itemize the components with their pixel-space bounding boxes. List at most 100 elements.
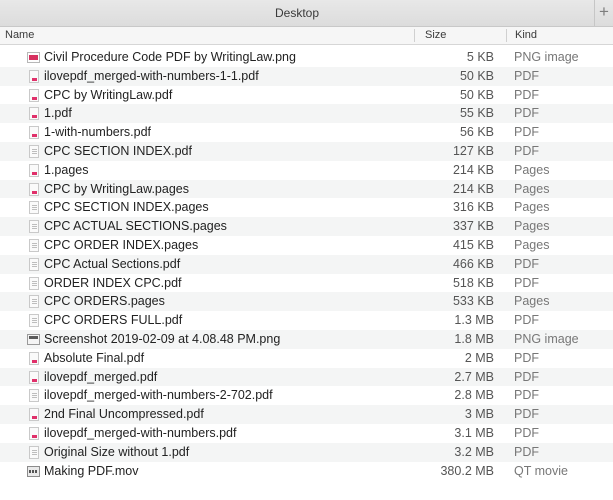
file-kind: PDF	[514, 350, 539, 365]
file-size: 466 KB	[452, 256, 494, 271]
file-row[interactable]: 2nd Final Uncompressed.pdf 3 MB PDF	[0, 405, 613, 424]
file-kind: Pages	[514, 237, 550, 252]
file-kind: PDF	[514, 425, 539, 440]
file-row[interactable]: CPC SECTION INDEX.pdf 127 KB PDF	[0, 141, 613, 161]
file-row[interactable]: CPC ORDERS FULL.pdf 1.3 MB PDF	[0, 311, 613, 330]
document-file-icon	[29, 238, 39, 252]
document-file-icon	[29, 182, 39, 196]
file-row[interactable]: 1.pdf 55 KB PDF	[0, 104, 613, 124]
file-list: Civil Procedure Code PDF by WritingLaw.p…	[0, 48, 613, 480]
document-file-icon	[29, 351, 39, 365]
file-name: Absolute Final.pdf	[44, 350, 145, 365]
file-row[interactable]: Making PDF.mov 380.2 MB QT movie	[0, 462, 613, 481]
file-row[interactable]: Civil Procedure Code PDF by WritingLaw.p…	[0, 48, 613, 67]
file-row[interactable]: Absolute Final.pdf 2 MB PDF	[0, 349, 613, 368]
file-kind: PDF	[514, 106, 539, 121]
file-row[interactable]: Screenshot 2019-02-09 at 4.08.48 PM.png 1…	[0, 329, 613, 349]
file-name: ilovepdf_merged-with-numbers.pdf	[44, 425, 237, 440]
column-header-name[interactable]: Name	[5, 27, 34, 44]
file-kind: PDF	[514, 68, 539, 83]
file-name: CPC by WritingLaw.pdf	[44, 87, 173, 102]
file-row[interactable]: 1.pages 214 KB Pages	[0, 161, 613, 180]
file-row[interactable]: ORDER INDEX CPC.pdf 518 KB PDF	[0, 274, 613, 293]
document-file-icon	[29, 88, 39, 102]
file-size: 380.2 MB	[440, 463, 494, 478]
file-kind: Pages	[514, 200, 550, 215]
file-row[interactable]: ilovepdf_merged-with-numbers-1-1.pdf 50 K…	[0, 66, 613, 86]
window-title[interactable]: Desktop	[0, 0, 594, 26]
file-name: ilovepdf_merged-with-numbers-2-702.pdf	[44, 388, 273, 403]
file-kind: PDF	[514, 87, 539, 102]
document-file-icon	[29, 314, 39, 328]
file-size: 214 KB	[452, 162, 494, 177]
column-divider[interactable]	[506, 29, 507, 42]
window-titlebar: Desktop +	[0, 0, 613, 27]
file-name: CPC by WritingLaw.pages	[44, 181, 189, 196]
file-name: Original Size without 1.pdf	[44, 444, 190, 459]
file-kind: PDF	[514, 275, 539, 290]
document-file-icon	[29, 201, 39, 215]
image-file-icon	[27, 333, 40, 345]
file-row[interactable]: ilovepdf_merged-with-numbers.pdf 3.1 MB PD…	[0, 424, 613, 443]
file-size: 214 KB	[452, 181, 494, 196]
file-row[interactable]: Original Size without 1.pdf 3.2 MB PDF	[0, 442, 613, 462]
column-header-size[interactable]: Size	[425, 27, 446, 44]
file-name: CPC ORDERS.pages	[44, 294, 165, 309]
file-name: CPC Actual Sections.pdf	[44, 256, 181, 271]
file-size: 518 KB	[452, 275, 494, 290]
file-name: CPC SECTION INDEX.pdf	[44, 143, 192, 158]
file-row[interactable]: CPC ACTUAL SECTIONS.pages 337 KB Pages	[0, 217, 613, 236]
document-file-icon	[29, 107, 39, 121]
file-size: 2 MB	[464, 350, 494, 365]
document-file-icon	[29, 257, 39, 271]
file-row[interactable]: ilovepdf_merged-with-numbers-2-702.pdf 2.…	[0, 386, 613, 405]
file-row[interactable]: CPC ORDERS.pages 533 KB Pages	[0, 292, 613, 312]
file-row[interactable]: CPC SECTION INDEX.pages 316 KB Pages	[0, 198, 613, 217]
document-file-icon	[29, 276, 39, 290]
file-row[interactable]: ilovepdf_merged.pdf 2.7 MB PDF	[0, 367, 613, 387]
file-size: 1.3 MB	[454, 313, 494, 328]
file-name: CPC ACTUAL SECTIONS.pages	[44, 219, 227, 234]
file-size: 50 KB	[459, 87, 494, 102]
file-kind: Pages	[514, 219, 550, 234]
column-divider[interactable]	[414, 29, 415, 42]
file-name: Making PDF.mov	[44, 463, 139, 478]
file-kind: PDF	[514, 388, 539, 403]
file-size: 316 KB	[452, 200, 494, 215]
file-name: Screenshot 2019-02-09 at 4.08.48 PM.png	[44, 331, 281, 346]
file-kind: PDF	[514, 256, 539, 271]
file-row[interactable]: CPC Actual Sections.pdf 466 KB PDF	[0, 254, 613, 274]
file-name: ilovepdf_merged.pdf	[44, 369, 158, 384]
file-kind: PDF	[514, 369, 539, 384]
file-size: 337 KB	[452, 219, 494, 234]
document-file-icon	[29, 426, 39, 440]
file-row[interactable]: CPC by WritingLaw.pages 214 KB Pages	[0, 179, 613, 199]
column-header-kind[interactable]: Kind	[515, 27, 537, 44]
file-name: 1.pages	[44, 162, 89, 177]
file-kind: QT movie	[514, 463, 568, 478]
file-name: ORDER INDEX CPC.pdf	[44, 275, 182, 290]
file-name: CPC SECTION INDEX.pages	[44, 200, 209, 215]
file-name: CPC ORDER INDEX.pages	[44, 237, 199, 252]
file-row[interactable]: CPC by WritingLaw.pdf 50 KB PDF	[0, 86, 613, 105]
document-file-icon	[29, 389, 39, 403]
file-row[interactable]: 1-with-numbers.pdf 56 KB PDF	[0, 123, 613, 142]
file-name: 2nd Final Uncompressed.pdf	[44, 407, 204, 422]
image-file-icon	[27, 52, 40, 63]
file-size: 3.1 MB	[454, 425, 494, 440]
file-kind: Pages	[514, 294, 550, 309]
file-size: 3 MB	[464, 407, 494, 422]
file-row[interactable]: CPC ORDER INDEX.pages 415 KB Pages	[0, 236, 613, 255]
file-name: ilovepdf_merged-with-numbers-1-1.pdf	[44, 68, 259, 83]
column-header: Name Size Kind	[0, 27, 613, 45]
new-tab-button[interactable]: +	[594, 0, 613, 26]
movie-file-icon	[27, 465, 40, 477]
file-size: 50 KB	[459, 68, 494, 83]
document-file-icon	[29, 295, 39, 309]
file-size: 3.2 MB	[454, 444, 494, 459]
file-kind: PDF	[514, 143, 539, 158]
document-file-icon	[29, 370, 39, 384]
document-file-icon	[29, 163, 39, 177]
file-size: 127 KB	[452, 143, 494, 158]
file-kind: PDF	[514, 407, 539, 422]
